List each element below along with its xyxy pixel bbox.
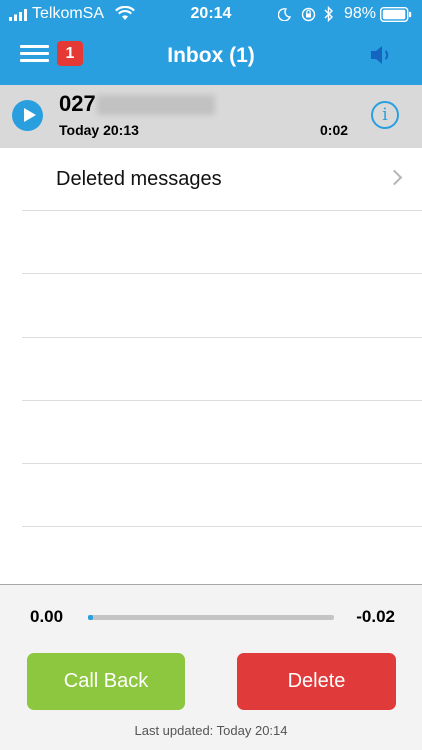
deleted-messages-label: Deleted messages: [56, 168, 222, 190]
battery-icon: [380, 7, 412, 22]
nav-bar: 1 Inbox (1): [0, 28, 422, 85]
call-back-button[interactable]: Call Back: [27, 653, 185, 710]
info-icon[interactable]: i: [371, 101, 399, 129]
playback-slider[interactable]: [88, 615, 334, 620]
battery-percentage: 98%: [343, 5, 376, 22]
play-icon[interactable]: [12, 100, 43, 131]
list-divider: [22, 463, 422, 464]
chevron-right-icon: [386, 169, 403, 186]
message-date: Today 20:13: [59, 122, 139, 138]
deleted-messages-row[interactable]: Deleted messages: [22, 148, 422, 211]
playback-progress: [88, 615, 93, 620]
list-divider: [22, 337, 422, 338]
speaker-icon[interactable]: [368, 42, 394, 68]
bluetooth-icon: [324, 6, 333, 22]
message-duration: 0:02: [320, 122, 349, 138]
remaining-time: -0.02: [356, 607, 395, 626]
caller-number: 027: [59, 91, 96, 116]
redacted-number: [97, 95, 215, 115]
list-divider: [22, 400, 422, 401]
list-divider: [22, 526, 422, 527]
voicemail-item[interactable]: 027 Today 20:13 0:02 i: [0, 85, 422, 148]
last-updated-text: Last updated: Today 20:14: [134, 723, 288, 738]
list-divider: [22, 273, 422, 274]
delete-button[interactable]: Delete: [237, 653, 396, 710]
elapsed-time: 0.00: [30, 607, 64, 626]
moon-icon: [278, 8, 291, 21]
status-bar: TelkomSA 20:14 98%: [0, 0, 422, 28]
page-title: Inbox (1): [167, 44, 255, 67]
player-panel: 0.00 -0.02 Call Back Delete Last updated…: [0, 584, 422, 750]
orientation-lock-icon: [301, 7, 316, 22]
